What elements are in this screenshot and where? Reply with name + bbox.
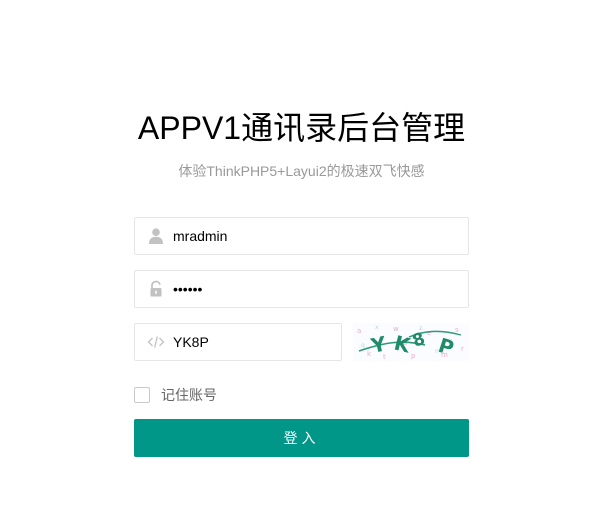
- svg-text:s: s: [455, 326, 459, 334]
- remember-checkbox[interactable]: [134, 387, 150, 403]
- page-title: APPV1通讯录后台管理: [137, 110, 466, 146]
- svg-text:r: r: [461, 345, 464, 353]
- svg-text:e: e: [427, 329, 431, 337]
- captcha-char: Y: [368, 331, 389, 358]
- captcha-char: P: [435, 333, 456, 360]
- user-icon: [149, 228, 163, 244]
- password-input[interactable]: [173, 271, 453, 307]
- remember-label: 记住账号: [161, 387, 217, 403]
- svg-text:a: a: [357, 327, 361, 335]
- lock-icon: [150, 280, 162, 297]
- login-box: APPV1通讯录后台管理 体验ThinkPHP5+Layui2的极速双飞快感 a…: [134, 105, 469, 457]
- svg-text:k: k: [367, 350, 372, 358]
- svg-text:x: x: [375, 324, 379, 331]
- page-subtitle: 体验ThinkPHP5+Layui2的极速双飞快感: [178, 163, 425, 179]
- username-field[interactable]: [134, 217, 469, 255]
- captcha-input[interactable]: [173, 324, 333, 360]
- code-icon: [147, 336, 165, 348]
- login-button[interactable]: 登入: [134, 419, 469, 457]
- captcha-field[interactable]: [134, 323, 342, 361]
- svg-text:p: p: [411, 352, 416, 360]
- password-field[interactable]: [134, 270, 469, 308]
- captcha-image[interactable]: ak wp em st or qz cx n Y K 8 P: [353, 323, 469, 361]
- username-input[interactable]: [173, 218, 453, 254]
- remember-account[interactable]: 记住账号: [134, 386, 217, 404]
- svg-text:q: q: [361, 342, 365, 349]
